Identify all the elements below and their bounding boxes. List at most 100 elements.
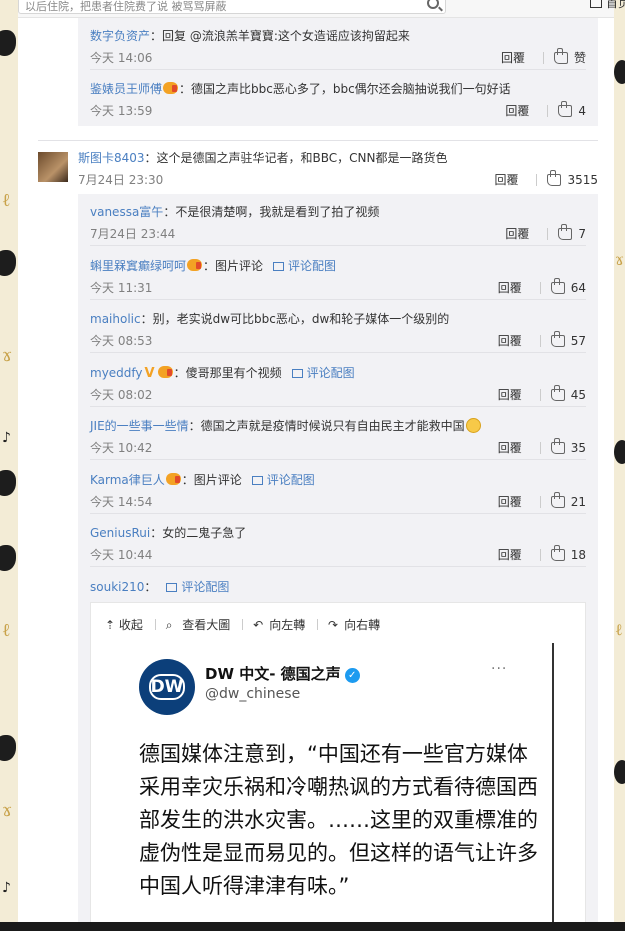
reply-meta: 今天 10:44 回覆 18 [90, 545, 586, 563]
rotate-right-label: 向右轉 [344, 618, 381, 632]
reply-item: souki210： 评论配图 [90, 578, 586, 595]
reply-button[interactable]: 回覆 [498, 386, 522, 403]
tweet-handle: @dw_chinese [205, 686, 301, 702]
comment-image-label: 评论配图 [181, 580, 230, 594]
reply-button[interactable]: 回覆 [498, 279, 522, 296]
image-viewer: ⇡ 收起 ⌕ 查看大圖 ↶ 向左轉 ↷ 向右轉 DW DW 中文- 德国之声 ✓ @d… [90, 602, 586, 931]
image-icon [166, 583, 178, 592]
comment-image-label: 评论配图 [288, 258, 337, 273]
divider [90, 69, 586, 70]
reply-item: JIE的一些事一些情：德国之声就是疫情时候说只有自由民主才能救中国 [90, 417, 586, 434]
reply-button[interactable]: 回覆 [505, 102, 529, 119]
reply-text: ：别，老实说dw可比bbc恶心，dw和轮子媒体一个级别的 [140, 312, 450, 326]
reply-username[interactable]: maiholic [90, 312, 141, 326]
reply-meta: 今天 08:02 回覆 45 [90, 384, 586, 403]
reply-text: ：不是很清楚啊，我就是看到了拍了视频 [163, 205, 380, 219]
vip-badge-icon [163, 82, 179, 94]
tweet-account-name: DW 中文- 德国之声 ✓ [205, 663, 360, 684]
search-input[interactable]: 以后住院，把患者住院费了说 被骂骂屏蔽 [18, 0, 446, 14]
reply-button[interactable]: 回覆 [498, 493, 522, 510]
comment-image-link[interactable]: 评论配图 [291, 366, 355, 380]
reply-text: ：图片评论 [203, 258, 264, 273]
avatar[interactable] [38, 152, 68, 182]
reply-item: 鉴婊员王师傅 ：德国之声比bbc恶心多了，bbc偶尔还会脑抽说我们一句好话 [90, 80, 586, 97]
like-count: 64 [570, 280, 586, 295]
tweet-screenshot[interactable]: DW DW 中文- 德国之声 ✓ @dw_chinese ··· 德国媒体注意到，… [109, 643, 554, 930]
like-count: 4 [578, 104, 586, 118]
dw-logo-text: DW [150, 677, 184, 697]
zoom-icon: ⌕ [165, 618, 173, 632]
reply-time: 今天 10:42 [90, 441, 153, 455]
reply-time: 今天 08:53 [90, 334, 153, 348]
vip-badge-icon [157, 365, 173, 378]
like-icon[interactable] [547, 170, 562, 186]
reply-username[interactable]: 蝌里槑窴癫绿呵呵 [90, 259, 186, 273]
comment-image-link[interactable]: 评论配图 [273, 259, 336, 273]
reply-text: ：傻哥那里有个视频 [173, 365, 282, 380]
divider [90, 405, 586, 407]
divider [90, 566, 586, 567]
reply-meta: 今天 10:42 回覆 35 [90, 438, 586, 456]
collapse-button[interactable]: ⇡ 收起 [105, 618, 149, 632]
rotate-right-button[interactable]: ↷ 向右轉 [328, 618, 386, 632]
rotate-right-icon: ↷ [328, 618, 339, 632]
reply-time: 今天 14:06 [90, 51, 153, 65]
like-count: 57 [570, 334, 586, 348]
verified-icon: ✓ [344, 668, 360, 683]
comment-text: ：这个是德国之声驻华记者，和BBC，CNN都是一路货色 [144, 151, 448, 165]
collapse-label: 收起 [118, 618, 143, 632]
image-icon [273, 261, 285, 271]
verified-v-icon: V [144, 365, 155, 381]
like-icon[interactable] [558, 101, 573, 117]
like-icon[interactable] [550, 438, 565, 454]
reply-username[interactable]: myeddfy [90, 366, 143, 380]
reply-username[interactable]: GeniusRui [90, 526, 150, 540]
vip-badge-icon [165, 472, 181, 485]
reply-item: vanessa富午：不是很清楚啊，我就是看到了拍了视频 [90, 203, 586, 220]
reply-meta: 今天 11:31 回覆 64 [90, 277, 586, 296]
image-icon [251, 475, 263, 485]
divider [90, 352, 586, 353]
comment-image-link[interactable]: 评论配图 [166, 580, 229, 594]
divider [90, 459, 586, 460]
reply-username[interactable]: JIE的一些事一些情 [90, 419, 189, 433]
reply-button[interactable]: 回覆 [501, 49, 525, 66]
reply-meta: 今天 14:54 回覆 21 [90, 491, 586, 510]
viewer-toolbar: ⇡ 收起 ⌕ 查看大圖 ↶ 向左轉 ↷ 向右轉 [105, 616, 392, 633]
divider [90, 245, 586, 246]
search-icon[interactable] [427, 0, 439, 9]
reply-button[interactable]: 回覆 [498, 546, 522, 563]
divider [90, 298, 586, 300]
reply-username[interactable]: Karma律巨人 [90, 473, 165, 487]
comment-panel: 数字负资产：回复 @流浪羔羊寶寶:这个女造谣应该拘留起来 今天 14:06 回覆… [38, 18, 598, 931]
view-large-button[interactable]: ⌕ 查看大圖 [166, 618, 237, 632]
reply-username[interactable]: vanessa富午 [90, 205, 163, 219]
home-link[interactable]: 首页 [590, 0, 625, 11]
reply-box-top: 数字负资产：回复 @流浪羔羊寶寶:这个女造谣应该拘留起来 今天 14:06 回覆… [78, 18, 598, 126]
like-count: 赞 [573, 51, 586, 65]
like-icon[interactable] [553, 48, 568, 64]
reply-meta: 今天 14:06 回覆 赞 [90, 48, 586, 66]
more-icon: ··· [491, 661, 508, 677]
search-query: 以后住院，把患者住院费了说 被骂骂屏蔽 [25, 0, 227, 13]
reply-time: 今天 10:44 [90, 548, 153, 562]
like-count: 3515 [567, 173, 598, 187]
comment-username[interactable]: 斯图卡8403 [78, 151, 145, 165]
reply-item: Karma律巨人 ：图片评论 评论配图 [90, 471, 586, 488]
reply-username[interactable]: 数字负资产 [90, 29, 150, 43]
like-icon[interactable] [550, 545, 565, 561]
like-icon[interactable] [550, 277, 565, 294]
comment-image-link[interactable]: 评论配图 [251, 473, 315, 487]
like-icon[interactable] [550, 384, 565, 401]
reply-username[interactable]: 鉴婊员王师傅 [90, 82, 162, 96]
reply-button[interactable]: 回覆 [498, 439, 522, 456]
reply-username[interactable]: souki210 [90, 580, 144, 594]
rotate-left-button[interactable]: ↶ 向左轉 [253, 618, 311, 632]
reply-button[interactable]: 回覆 [505, 225, 529, 242]
like-icon[interactable] [550, 491, 565, 508]
like-icon[interactable] [558, 224, 573, 240]
reply-button[interactable]: 回覆 [494, 171, 518, 188]
like-icon[interactable] [550, 331, 565, 347]
reply-time: 今天 13:59 [90, 104, 153, 118]
reply-button[interactable]: 回覆 [498, 332, 522, 349]
